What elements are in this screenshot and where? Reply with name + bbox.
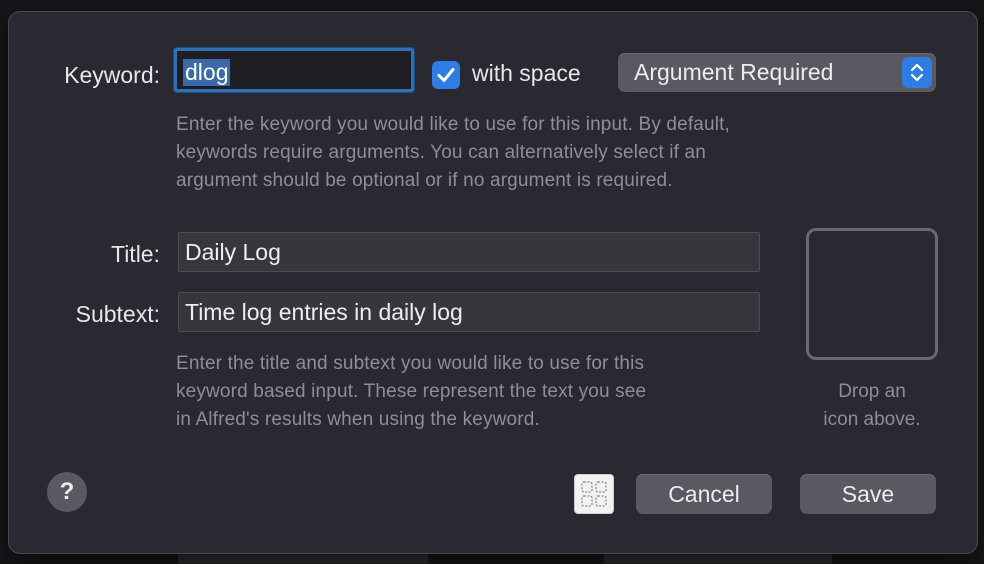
icon-drop-hint: Drop an icon above. [796, 378, 948, 434]
keyword-label: Keyword: [64, 62, 160, 88]
keyword-help-text: Enter the keyword you would like to use … [176, 111, 876, 195]
popup-stepper [902, 57, 932, 88]
help-button[interactable]: ? [47, 472, 87, 512]
subtext-label: Subtext: [75, 301, 160, 327]
title-help-text: Enter the title and subtext you would li… [176, 350, 786, 434]
title-field[interactable]: Daily Log [178, 232, 760, 272]
title-value: Daily Log [185, 239, 281, 265]
keyword-input[interactable]: dlog [174, 48, 414, 92]
title-help-line: in Alfred's results when using the keywo… [176, 409, 540, 430]
title-help-line: Enter the title and subtext you would li… [176, 353, 645, 374]
up-down-chevron-icon [910, 63, 924, 82]
cancel-button[interactable]: Cancel [636, 474, 772, 514]
grid-button[interactable] [574, 474, 614, 514]
checkmark-icon [437, 68, 455, 82]
subtext-value: Time log entries in daily log [185, 299, 463, 325]
argument-popup-value: Argument Required [634, 59, 834, 85]
grid-icon [581, 481, 607, 507]
title-label: Title: [111, 241, 160, 267]
with-space-checkbox[interactable] [432, 61, 460, 89]
with-space-label: with space [472, 60, 581, 86]
save-button[interactable]: Save [800, 474, 936, 514]
subtext-field[interactable]: Time log entries in daily log [178, 292, 760, 332]
icon-drop-hint-line: Drop an [838, 381, 906, 402]
keyword-value: dlog [183, 59, 231, 86]
title-help-line: keyword based input. These represent the… [176, 381, 647, 402]
keyword-help-line: argument should be optional or if no arg… [176, 170, 673, 191]
icon-drop-hint-line: icon above. [823, 409, 921, 430]
keyword-help-line: keywords require arguments. You can alte… [176, 142, 706, 163]
keyword-help-line: Enter the keyword you would like to use … [176, 114, 730, 135]
argument-popup[interactable]: Argument Required [618, 53, 936, 92]
icon-drop-well[interactable] [806, 228, 938, 360]
